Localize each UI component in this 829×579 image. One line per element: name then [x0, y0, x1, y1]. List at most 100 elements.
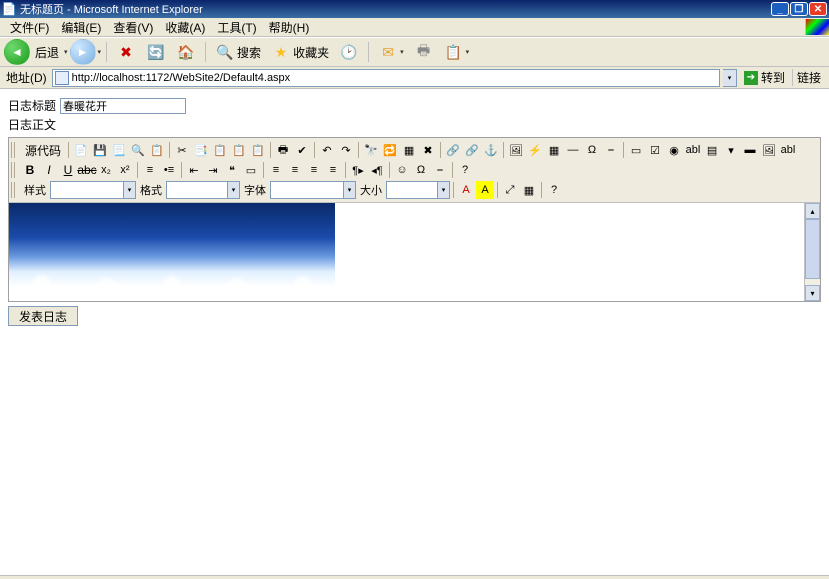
paste-button[interactable]: 📋	[211, 141, 229, 159]
links-label[interactable]: 链接	[792, 69, 825, 86]
smiley-button[interactable]: ☺	[393, 161, 411, 179]
image-button[interactable]: 🖼	[507, 141, 525, 159]
special-button[interactable]: Ω	[412, 161, 430, 179]
div-button[interactable]: ▭	[242, 161, 260, 179]
bold-button[interactable]: B	[21, 161, 39, 179]
inserted-image[interactable]	[9, 203, 335, 301]
align-justify-button[interactable]: ≡	[324, 161, 342, 179]
replace-button[interactable]: 🔁	[381, 141, 399, 159]
italic-button[interactable]: I	[40, 161, 58, 179]
home-button[interactable]: 🏠	[172, 41, 200, 63]
ltr-button[interactable]: ¶▸	[349, 161, 367, 179]
underline-button[interactable]: U	[59, 161, 77, 179]
editor-canvas[interactable]: ▴ ▾	[9, 203, 820, 301]
special-char-button[interactable]: Ω	[583, 141, 601, 159]
history-button[interactable]: 🕑	[335, 41, 363, 63]
find-button[interactable]: 🔭	[362, 141, 380, 159]
menu-edit[interactable]: 编辑(E)	[55, 17, 107, 38]
bgcolor-button[interactable]: A	[476, 181, 494, 199]
subscript-button[interactable]: x₂	[97, 161, 115, 179]
menu-favorites[interactable]: 收藏(A)	[159, 17, 211, 38]
address-box[interactable]	[52, 69, 720, 87]
stop-button[interactable]: ✖	[112, 41, 140, 63]
imagebutton-button[interactable]: 🖼	[760, 141, 778, 159]
forward-button[interactable]: ►	[70, 39, 96, 65]
address-input[interactable]	[72, 72, 717, 84]
textcolor-button[interactable]: A	[457, 181, 475, 199]
forward-dropdown[interactable]: ▾	[98, 48, 102, 56]
select-button[interactable]: ▾	[722, 141, 740, 159]
checkbox-button[interactable]: ☑	[646, 141, 664, 159]
align-center-button[interactable]: ≡	[286, 161, 304, 179]
button-button[interactable]: ▬	[741, 141, 759, 159]
align-right-button[interactable]: ≡	[305, 161, 323, 179]
outdent-button[interactable]: ⇤	[185, 161, 203, 179]
spell-button[interactable]: ✔	[293, 141, 311, 159]
scroll-down[interactable]: ▾	[805, 285, 820, 301]
refresh-button[interactable]: 🔄	[142, 41, 170, 63]
print-button[interactable]: 🖶	[274, 141, 292, 159]
format-select[interactable]: ▾	[166, 181, 240, 199]
font-select[interactable]: ▾	[270, 181, 356, 199]
grip[interactable]	[11, 162, 17, 178]
about-button[interactable]: ?	[456, 161, 474, 179]
strike-button[interactable]: abc	[78, 161, 96, 179]
form-button[interactable]: ▭	[627, 141, 645, 159]
textfield-button[interactable]: abl	[684, 141, 702, 159]
align-left-button[interactable]: ≡	[267, 161, 285, 179]
title-input[interactable]	[60, 98, 186, 114]
pagebreak2-button[interactable]: ⎯	[431, 161, 449, 179]
template-button[interactable]: 📋	[148, 141, 166, 159]
hidden-button[interactable]: abl	[779, 141, 797, 159]
paste-text-button[interactable]: 📋	[230, 141, 248, 159]
menu-file[interactable]: 文件(F)	[4, 17, 55, 38]
edit-button[interactable]: 📋▾	[440, 41, 474, 63]
pagebreak-button[interactable]: ⎯	[602, 141, 620, 159]
search-button[interactable]: 🔍搜索	[211, 41, 265, 63]
favorites-button[interactable]: ★收藏夹	[267, 41, 333, 63]
newpage-button[interactable]: 📃	[110, 141, 128, 159]
cut-button[interactable]: ✂	[173, 141, 191, 159]
menu-help[interactable]: 帮助(H)	[263, 17, 316, 38]
canvas-blank[interactable]	[335, 203, 804, 301]
back-dropdown[interactable]: ▾	[64, 48, 68, 56]
scroll-thumb[interactable]	[805, 219, 820, 279]
go-button[interactable]: ➔ 转到	[740, 69, 789, 87]
print-button[interactable]: 🖶	[410, 41, 438, 63]
hr-button[interactable]: —	[564, 141, 582, 159]
maximize-button[interactable]: ❐	[790, 2, 808, 16]
anchor-button[interactable]: ⚓	[482, 141, 500, 159]
textarea-button[interactable]: ▤	[703, 141, 721, 159]
save-button[interactable]: 💾	[91, 141, 109, 159]
table-button[interactable]: ▦	[545, 141, 563, 159]
scrollbar[interactable]: ▴ ▾	[804, 203, 820, 301]
new-button[interactable]: 📄	[72, 141, 90, 159]
showblocks-button[interactable]: ▦	[520, 181, 538, 199]
submit-button[interactable]: 发表日志	[8, 306, 78, 326]
blockquote-button[interactable]: ❝	[223, 161, 241, 179]
preview-button[interactable]: 🔍	[129, 141, 147, 159]
selectall-button[interactable]: ▦	[400, 141, 418, 159]
close-button[interactable]: ✕	[809, 2, 827, 16]
link-button[interactable]: 🔗	[444, 141, 462, 159]
flash-button[interactable]: ⚡	[526, 141, 544, 159]
maximize-button[interactable]: ⤢	[501, 181, 519, 199]
back-label[interactable]: 后退	[32, 44, 62, 61]
redo-button[interactable]: ↷	[337, 141, 355, 159]
copy-button[interactable]: 📑	[192, 141, 210, 159]
mail-button[interactable]: ✉▾	[374, 41, 408, 63]
ul-button[interactable]: •≡	[160, 161, 178, 179]
indent-button[interactable]: ⇥	[204, 161, 222, 179]
size-select[interactable]: ▾	[386, 181, 450, 199]
paste-word-button[interactable]: 📋	[249, 141, 267, 159]
menu-view[interactable]: 查看(V)	[107, 17, 159, 38]
unlink-button[interactable]: 🔗	[463, 141, 481, 159]
superscript-button[interactable]: x²	[116, 161, 134, 179]
undo-button[interactable]: ↶	[318, 141, 336, 159]
grip[interactable]	[11, 142, 17, 158]
back-button[interactable]: ◄	[4, 39, 30, 65]
scroll-up[interactable]: ▴	[805, 203, 820, 219]
grip[interactable]	[11, 182, 17, 198]
ol-button[interactable]: ≡	[141, 161, 159, 179]
removeformat-button[interactable]: ✖	[419, 141, 437, 159]
